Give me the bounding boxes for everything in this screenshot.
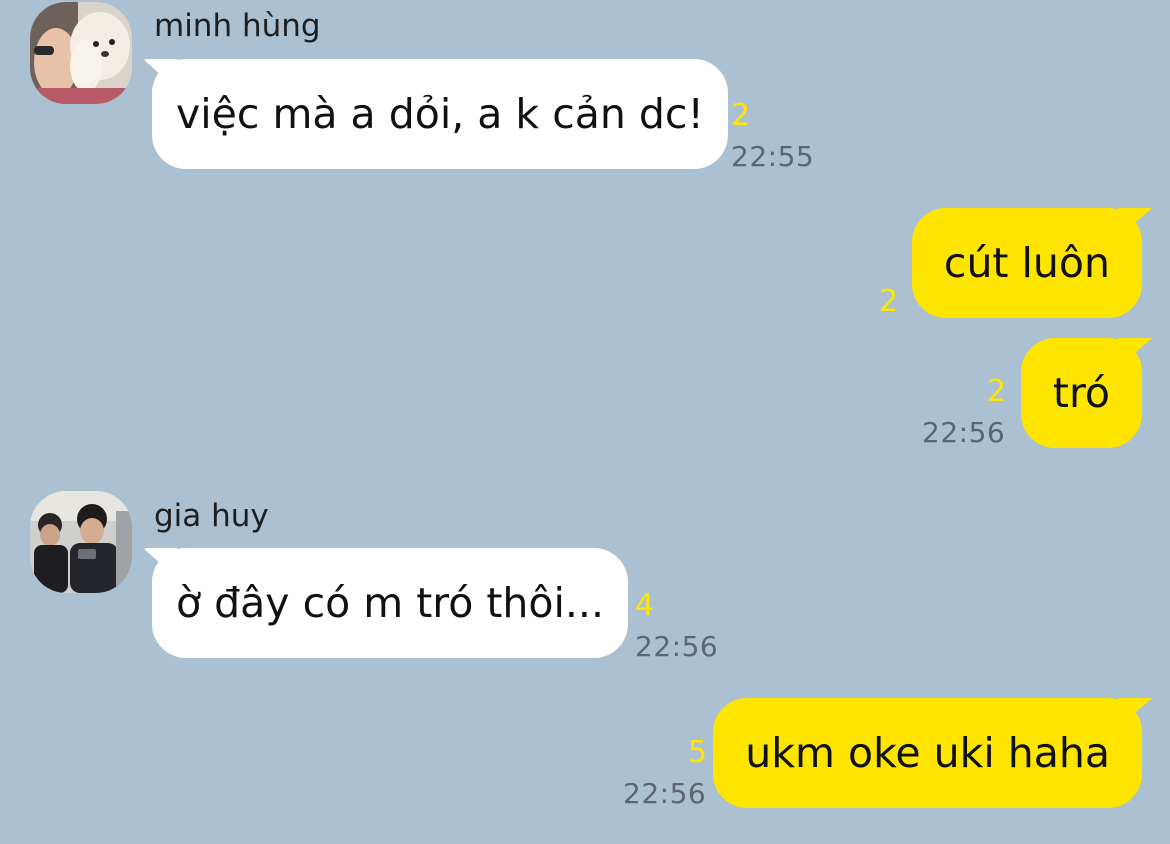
message-bubble-outgoing[interactable]: cút luôn bbox=[911, 208, 1142, 318]
unread-count: 2 bbox=[879, 284, 899, 319]
message-bubble-outgoing[interactable]: tró bbox=[1020, 338, 1142, 448]
profile-photo-icon bbox=[30, 2, 132, 104]
message-bubble-outgoing[interactable]: ukm oke uki haha bbox=[713, 698, 1142, 808]
profile-photo-icon bbox=[30, 491, 132, 593]
sender-name: gia huy bbox=[154, 498, 269, 534]
unread-count: 2 bbox=[731, 98, 751, 133]
message-time: 22:56 bbox=[922, 416, 1006, 449]
unread-count: 4 bbox=[635, 588, 655, 623]
chat-message-area[interactable]: minh hùng việc mà a dỏi, a k cản dc! 2 2… bbox=[0, 0, 1170, 844]
unread-count: 5 bbox=[688, 735, 708, 770]
unread-count: 2 bbox=[987, 374, 1007, 409]
sender-name: minh hùng bbox=[154, 8, 321, 44]
message-time: 22:56 bbox=[623, 777, 707, 810]
message-time: 22:56 bbox=[635, 630, 719, 663]
message-time: 22:55 bbox=[731, 140, 815, 173]
message-bubble-incoming[interactable]: ờ đây có m tró thôi... bbox=[152, 548, 628, 658]
avatar-minh-hung[interactable] bbox=[30, 2, 132, 104]
message-bubble-incoming[interactable]: việc mà a dỏi, a k cản dc! bbox=[152, 59, 728, 169]
avatar-gia-huy[interactable] bbox=[30, 491, 132, 593]
